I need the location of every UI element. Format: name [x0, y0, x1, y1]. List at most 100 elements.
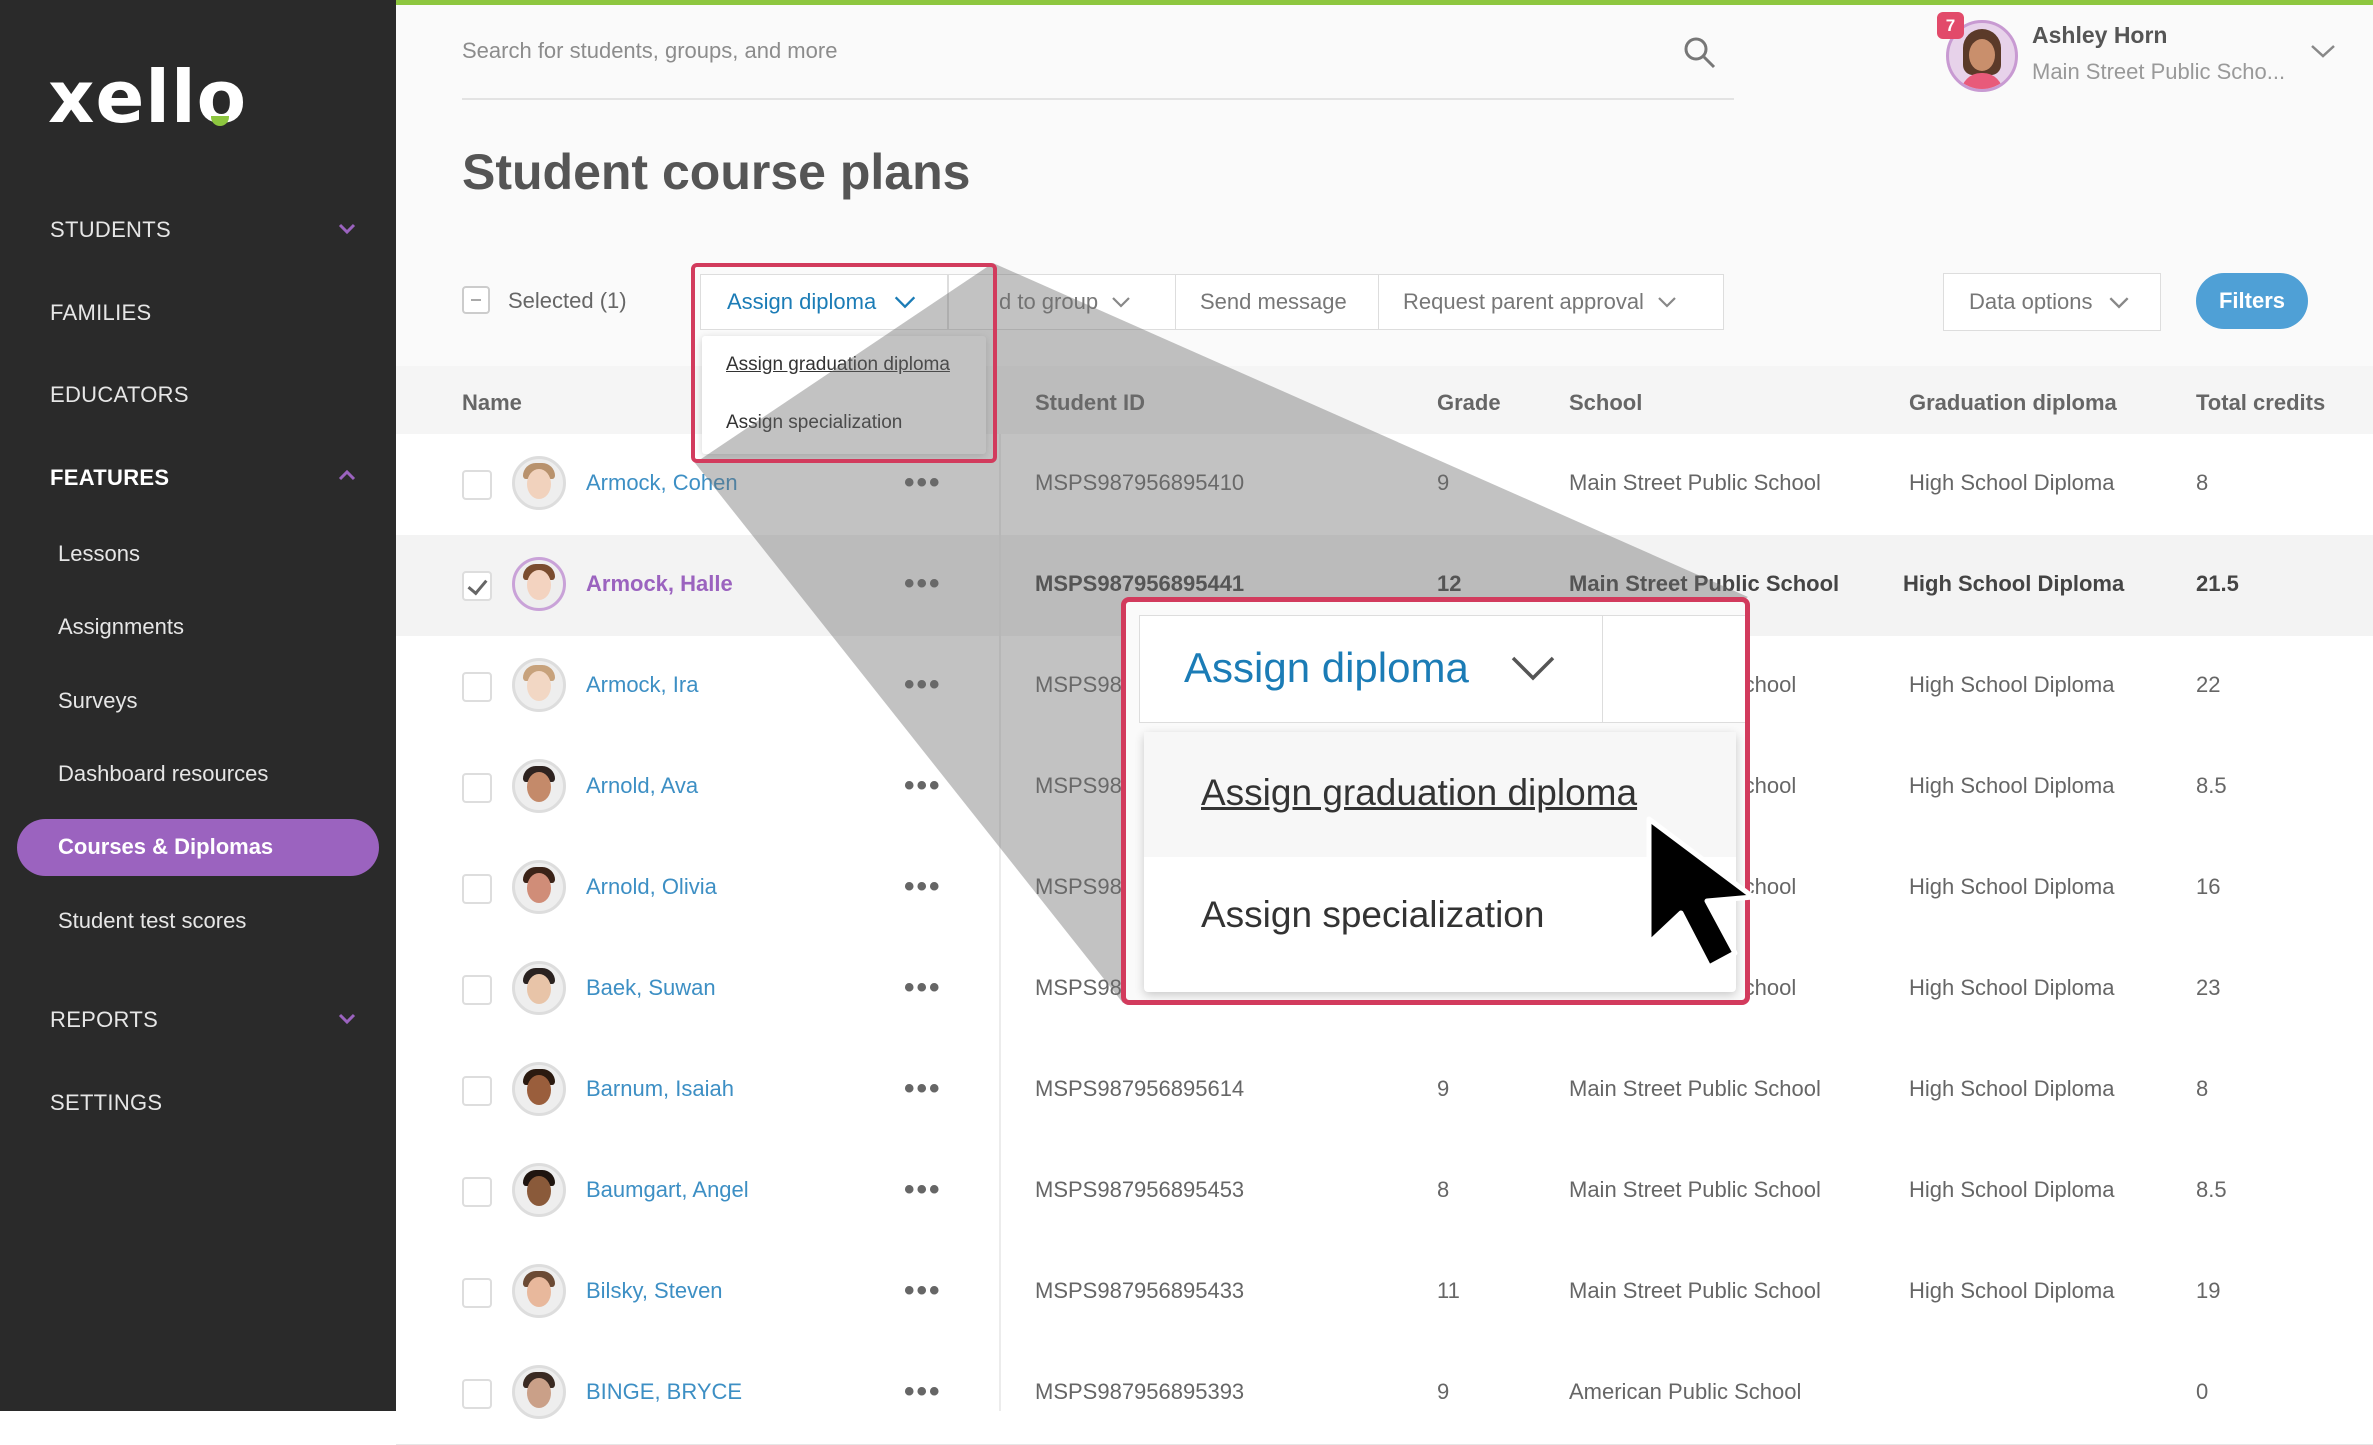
more-actions-icon[interactable]: •••	[904, 1375, 942, 1409]
row-checkbox[interactable]	[462, 672, 492, 702]
more-actions-icon[interactable]: •••	[904, 668, 942, 702]
more-actions-icon[interactable]: •••	[904, 769, 942, 803]
school: American Public School	[1569, 1379, 1802, 1404]
column-header-total-credits[interactable]: Total credits	[2196, 390, 2325, 416]
column-header-graduation-diploma[interactable]: Graduation diploma	[1909, 390, 2117, 416]
table-row[interactable]: BINGE, BRYCE ••• MSPS987956895393 9 American…	[396, 1343, 2373, 1445]
student-avatar	[512, 456, 566, 510]
grade: 9	[1437, 1076, 1450, 1101]
more-actions-icon[interactable]: •••	[904, 466, 942, 500]
row-checkbox[interactable]	[462, 1076, 492, 1106]
sidebar-item-courses-diplomas[interactable]: Courses & Diplomas	[17, 819, 379, 876]
more-actions-icon[interactable]: •••	[904, 1173, 942, 1207]
student-id: MSPS987956895453	[1035, 1177, 1245, 1202]
student-id: MSPS987956895393	[1035, 1379, 1245, 1404]
column-header-school[interactable]: School	[1569, 390, 1642, 416]
more-actions-icon[interactable]: •••	[904, 567, 942, 601]
filters-button[interactable]: Filters	[2196, 273, 2308, 329]
notification-badge[interactable]: 7	[1937, 12, 1964, 39]
nav-students[interactable]: STUDENTS	[50, 217, 171, 243]
row-checkbox[interactable]	[462, 773, 492, 803]
sidebar-item-surveys[interactable]: Surveys	[58, 688, 137, 714]
row-checkbox[interactable]	[462, 874, 492, 904]
student-name-link[interactable]: Barnum, Isaiah	[586, 1076, 734, 1102]
graduation-diploma: High School Diploma	[1909, 1076, 2115, 1101]
student-name-link[interactable]: Armock, Cohen	[586, 470, 738, 496]
column-header-name[interactable]: Name	[462, 390, 522, 416]
send-message-button[interactable]: Send message	[1175, 274, 1379, 330]
more-actions-icon[interactable]: •••	[904, 870, 942, 904]
send-message-label: Send message	[1200, 289, 1347, 314]
row-checkbox[interactable]	[462, 1379, 492, 1409]
more-actions-icon[interactable]: •••	[904, 971, 942, 1005]
student-name-link[interactable]: Armock, Halle	[586, 571, 733, 597]
student-name-link[interactable]: Bilsky, Steven	[586, 1278, 723, 1304]
nav-settings[interactable]: SETTINGS	[50, 1090, 162, 1116]
sidebar-item-student-test-scores[interactable]: Student test scores	[58, 908, 246, 934]
total-credits: 8.5	[2196, 1177, 2227, 1202]
sidebar-item-dashboard-resources[interactable]: Dashboard resources	[58, 761, 268, 787]
page-title: Student course plans	[462, 144, 971, 200]
request-parent-approval-button[interactable]: Request parent approval	[1378, 274, 1724, 330]
student-name-link[interactable]: Baumgart, Angel	[586, 1177, 749, 1203]
table-row[interactable]: Barnum, Isaiah ••• MSPS987956895614 9 Main S…	[396, 1040, 2373, 1142]
graduation-diploma: High School Diploma	[1909, 1278, 2115, 1303]
search-input[interactable]: Search for students, groups, and more	[462, 38, 837, 64]
total-credits: 22	[2196, 672, 2221, 697]
search-underline	[462, 98, 1734, 100]
student-avatar	[512, 961, 566, 1015]
school: Main Street Public School	[1569, 1177, 1821, 1202]
xello-logo[interactable]: xello	[48, 55, 247, 139]
chevron-down-icon[interactable]	[338, 220, 356, 238]
row-checkbox[interactable]	[462, 1177, 492, 1207]
row-checkbox[interactable]	[462, 1278, 492, 1308]
row-checkbox[interactable]	[462, 470, 492, 500]
mouse-cursor-icon	[1646, 816, 1756, 970]
student-avatar	[512, 860, 566, 914]
sidebar-item-lessons[interactable]: Lessons	[58, 541, 140, 567]
table-row[interactable]: Baumgart, Angel ••• MSPS987956895453 8 Main …	[396, 1141, 2373, 1243]
nav-features[interactable]: FEATURES	[50, 465, 169, 491]
nav-reports[interactable]: REPORTS	[50, 1007, 158, 1033]
chevron-down-icon[interactable]	[2310, 42, 2336, 60]
total-credits: 19	[2196, 1278, 2221, 1303]
chevron-up-icon[interactable]	[338, 466, 356, 484]
grade: 8	[1437, 1177, 1450, 1202]
student-name-link[interactable]: Arnold, Ava	[586, 773, 698, 799]
graduation-diploma: High School Diploma	[1903, 571, 2125, 596]
total-credits: 21.5	[2196, 571, 2239, 596]
total-credits: 8	[2196, 1076, 2209, 1101]
student-id: MSPS98	[1035, 874, 1122, 899]
more-actions-icon[interactable]: •••	[904, 1274, 942, 1308]
nav-families[interactable]: FAMILIES	[50, 300, 151, 326]
student-name-link[interactable]: Baek, Suwan	[586, 975, 716, 1001]
total-credits: 8	[2196, 470, 2209, 495]
more-actions-icon[interactable]: •••	[904, 1072, 942, 1106]
column-header-grade[interactable]: Grade	[1437, 390, 1501, 416]
nav-educators[interactable]: EDUCATORS	[50, 382, 189, 408]
data-options-button[interactable]: Data options	[1943, 273, 2161, 331]
student-id: MSPS98	[1035, 773, 1122, 798]
student-name-link[interactable]: Arnold, Olivia	[586, 874, 717, 900]
sidebar-item-label: Courses & Diplomas	[58, 834, 274, 859]
search-icon[interactable]	[1683, 36, 1717, 70]
chevron-down-icon[interactable]	[338, 1010, 356, 1028]
row-checkbox[interactable]	[462, 571, 492, 601]
student-name-link[interactable]: BINGE, BRYCE	[586, 1379, 742, 1405]
sidebar-item-assignments[interactable]: Assignments	[58, 614, 184, 640]
total-credits: 0	[2196, 1379, 2209, 1404]
row-checkbox[interactable]	[462, 975, 492, 1005]
student-id: MSPS98	[1035, 975, 1122, 1000]
student-name-link[interactable]: Armock, Ira	[586, 672, 698, 698]
student-avatar	[512, 658, 566, 712]
grade: 11	[1437, 1278, 1460, 1303]
student-id: MSPS987956895614	[1035, 1076, 1245, 1101]
school: Main Street Public School	[1569, 1076, 1821, 1101]
column-divider	[999, 434, 1001, 1411]
zoomed-next-button	[1602, 615, 1745, 723]
column-header-student-id[interactable]: Student ID	[1035, 390, 1145, 416]
student-id: MSPS98	[1035, 672, 1122, 697]
user-name[interactable]: Ashley Horn	[2032, 22, 2167, 49]
select-all-checkbox[interactable]	[462, 286, 490, 314]
table-row[interactable]: Bilsky, Steven ••• MSPS987956895433 11 Main …	[396, 1242, 2373, 1344]
